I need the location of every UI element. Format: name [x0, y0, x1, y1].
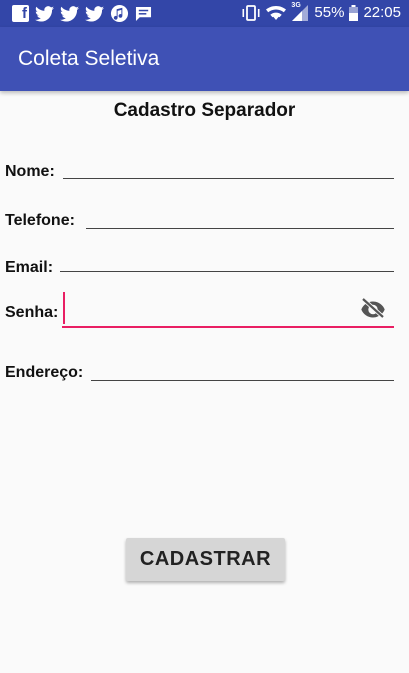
- message-icon: [135, 6, 152, 21]
- facebook-icon: f: [12, 5, 29, 22]
- text-cursor: [63, 292, 65, 324]
- twitter-icon: [85, 5, 104, 22]
- app-bar: Coleta Seletiva: [0, 27, 409, 91]
- nome-label: Nome:: [5, 163, 55, 180]
- email-field[interactable]: [60, 271, 394, 272]
- endereco-label: Endereço:: [5, 364, 84, 381]
- page-title: Cadastro Separador: [113, 100, 296, 121]
- vibrate-icon: [242, 4, 260, 21]
- email-label: Email:: [5, 259, 54, 276]
- music-icon: [110, 4, 129, 23]
- app-title: Coleta Seletiva: [18, 47, 160, 70]
- cadastrar-button[interactable]: CADASTRAR: [126, 538, 285, 581]
- nome-field[interactable]: [63, 178, 394, 179]
- status-bar: f 3G 55% 22:05: [0, 0, 409, 27]
- endereco-field[interactable]: [91, 380, 394, 381]
- telefone-label: Telefone:: [5, 212, 75, 229]
- wifi-icon: [266, 5, 287, 20]
- senha-field[interactable]: [62, 291, 394, 328]
- senha-label: Senha:: [5, 304, 59, 321]
- telefone-field[interactable]: [86, 228, 394, 229]
- system-status: 3G 55% 22:05: [241, 2, 401, 21]
- notification-icons: f: [12, 4, 152, 23]
- battery-percent: 55%: [314, 4, 345, 21]
- signal-icon: 3G: [291, 2, 309, 21]
- twitter-icon: [60, 5, 79, 22]
- battery-icon: [349, 4, 359, 21]
- visibility-off-icon[interactable]: [360, 298, 386, 318]
- clock: 22:05: [363, 4, 401, 21]
- twitter-icon: [35, 5, 54, 22]
- senha-underline: [62, 326, 394, 328]
